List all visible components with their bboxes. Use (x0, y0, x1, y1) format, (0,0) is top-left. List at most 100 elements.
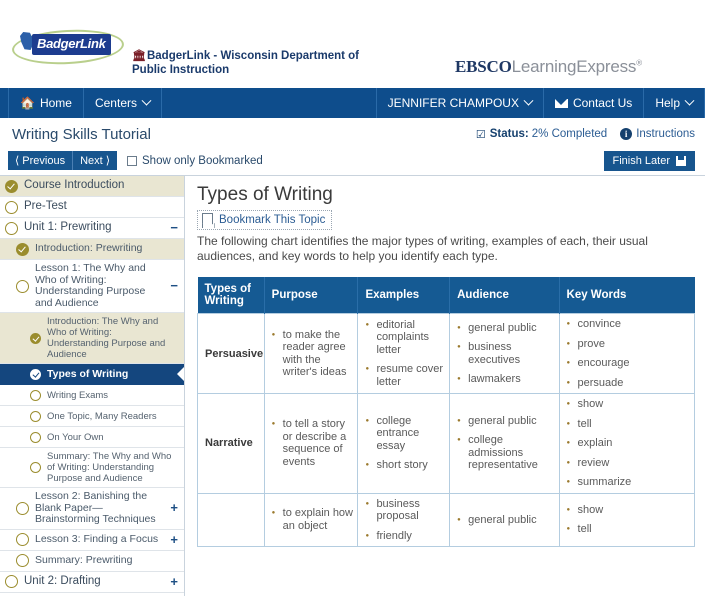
cell-bullet-list: convince prove encourage persuade (564, 318, 690, 389)
save-icon (676, 155, 686, 166)
incomplete-circle-icon (5, 575, 18, 588)
table-body: Persuasiveto make the reader agree with … (197, 313, 696, 547)
chevron-down-icon (141, 95, 152, 106)
sidebar-item[interactable]: One Topic, Many Readers (0, 406, 184, 427)
nav-item-centers-label: Centers (94, 96, 137, 110)
sidebar-item[interactable]: Summary: The Why and Who of Writing: Und… (0, 448, 184, 488)
list-item: general public (457, 322, 554, 335)
collapse-icon[interactable]: − (167, 221, 178, 234)
sidebar-item[interactable]: Summary: Prewriting (0, 551, 184, 572)
purpose-cell: to make the reader agree with the writer… (263, 313, 359, 394)
sidebar-item-label: Unit 1: Prewriting (24, 221, 112, 234)
nav-item-contact-us[interactable]: Contact Us (544, 88, 645, 118)
nav-item-home[interactable]: 🏠 Home (8, 88, 84, 118)
writing-type-cell (197, 492, 265, 547)
cell-bullet-list: college entrance essay short story (362, 415, 445, 472)
sidebar-item-label: Lesson 3: Finding a Focus (35, 532, 159, 545)
list-item: business proposal (365, 498, 445, 523)
sidebar-item[interactable]: Types of Writing (0, 364, 184, 385)
sidebar-item[interactable]: Unit 1: Prewriting − (0, 218, 184, 239)
table-header-row: Types of Writing Purpose Examples Audience K… (197, 277, 695, 314)
incomplete-circle-icon (16, 554, 29, 567)
intro-paragraph: The following chart identifies the major… (197, 234, 648, 263)
table-column-header: Purpose (264, 277, 359, 314)
bookmark-this-topic-button[interactable]: Bookmark This Topic (197, 210, 333, 230)
sidebar-item-label: Introduction: Prewriting (35, 242, 143, 255)
finish-later-button[interactable]: Finish Later (603, 150, 695, 171)
learningexpress-wordmark: LearningExpress (511, 57, 637, 76)
cell-bullet-list: to make the reader agree with the writer… (269, 329, 354, 379)
incomplete-circle-icon (5, 200, 18, 214)
nav-item-centers[interactable]: Centers (84, 88, 162, 118)
next-button[interactable]: Next ⟩ (72, 151, 118, 170)
cell-bullet-list: general public business executives lawmake… (454, 322, 554, 386)
incomplete-circle-icon (16, 279, 29, 293)
course-outline-sidebar[interactable]: Course Introduction Pre-Test Unit 1: Prewr… (0, 176, 185, 596)
list-item: explain (566, 437, 690, 450)
expand-icon[interactable]: + (167, 501, 178, 514)
nav-item-user-account[interactable]: JENNIFER CHAMPOUX (375, 88, 544, 118)
list-item: to make the reader agree with the writer… (272, 329, 354, 379)
status-value: 2% Completed (531, 128, 608, 140)
table-row: to explain how an object business proposa… (197, 492, 696, 547)
main-content-panel: Types of Writing Bookmark This Topic The… (185, 176, 705, 596)
nav-right-group: JENNIFER CHAMPOUX Contact Us Help (368, 88, 705, 118)
table-row: Narrativeto tell a story or describe a s… (197, 393, 696, 494)
sidebar-item[interactable]: Introduction: Prewriting (0, 239, 184, 260)
nav-item-help-label: Help (655, 96, 680, 110)
list-item: review (566, 457, 690, 470)
examples-cell: college entrance essay short story (357, 393, 451, 494)
sidebar-item[interactable]: Lesson 3: Finding a Focus + (0, 530, 184, 551)
list-item: prove (566, 338, 690, 351)
prev-next-button-group: ⟨ Previous Next ⟩ (8, 151, 118, 170)
badgerlink-logo[interactable]: BadgerLink (11, 26, 125, 68)
incomplete-circle-icon (16, 501, 29, 515)
list-item: encourage (566, 357, 690, 370)
expand-icon[interactable]: + (167, 533, 178, 546)
sidebar-item[interactable]: Lesson 1: The Why and Who of Writing: Un… (0, 260, 184, 313)
chevron-down-icon (523, 95, 534, 106)
sidebar-item-label: Lesson 2: Banishing the Blank Paper—Brai… (35, 490, 156, 525)
show-only-bookmarked-checkbox[interactable]: Show only Bookmarked (127, 155, 263, 167)
list-item: show (566, 504, 690, 517)
sidebar-item[interactable]: Course Introduction (0, 176, 184, 197)
previous-button[interactable]: ⟨ Previous (8, 151, 73, 170)
info-icon[interactable]: i (620, 128, 633, 140)
sidebar-item[interactable]: Pre-Test (0, 197, 184, 218)
collapse-icon[interactable]: − (167, 279, 178, 292)
sidebar-item[interactable]: On Your Own (0, 427, 184, 448)
nav-item-home-label: Home (39, 96, 72, 110)
audience-cell: general public business executives lawmake… (449, 313, 560, 394)
tutorial-toolbar: ⟨ Previous Next ⟩ Show only Bookmarked F… (0, 146, 705, 176)
chevron-left-icon: ⟨ (15, 155, 20, 167)
expand-icon[interactable]: + (167, 575, 178, 588)
checkbox-box[interactable] (127, 155, 138, 166)
list-item: general public (457, 514, 554, 527)
incomplete-circle-icon (30, 410, 41, 422)
sidebar-item[interactable]: Unit 2: Drafting + (0, 572, 184, 593)
sidebar-item-label: On Your Own (47, 431, 104, 443)
incomplete-circle-icon (30, 431, 41, 443)
sidebar-item[interactable]: Unit 3: Revising+ (0, 593, 184, 597)
sidebar-item[interactable]: Writing Exams (0, 385, 184, 406)
sidebar-item-label: Writing Exams (47, 389, 109, 401)
sidebar-item[interactable]: Lesson 2: Banishing the Blank Paper—Brai… (0, 488, 184, 530)
writing-type-cell: Persuasive (197, 313, 265, 394)
writing-type-cell: Narrative (197, 393, 265, 494)
show-only-bookmarked-label: Show only Bookmarked (142, 154, 263, 167)
title-bar-status-group: ☑ Status: 2% Completed i Instructions (476, 128, 695, 141)
chevron-right-icon: ⟩ (105, 155, 111, 167)
list-item: general public (457, 415, 554, 428)
instructions-link[interactable]: Instructions (636, 128, 695, 140)
ebsco-wordmark: EBSCO (455, 57, 512, 76)
home-icon: 🏠 (20, 96, 35, 110)
list-item: to explain how an object (272, 507, 354, 532)
sidebar-item-label: Summary: The Why and Who of Writing: Und… (47, 451, 172, 484)
cell-bullet-list: editorial complaints letter resume cover … (362, 319, 445, 389)
cell-bullet-list: general public (454, 514, 554, 527)
nav-item-help[interactable]: Help (644, 88, 705, 118)
sidebar-item[interactable]: Introduction: The Why and Who of Writing… (0, 313, 184, 364)
registered-mark: ® (636, 58, 643, 68)
examples-cell: editorial complaints letter resume cover … (357, 313, 451, 394)
